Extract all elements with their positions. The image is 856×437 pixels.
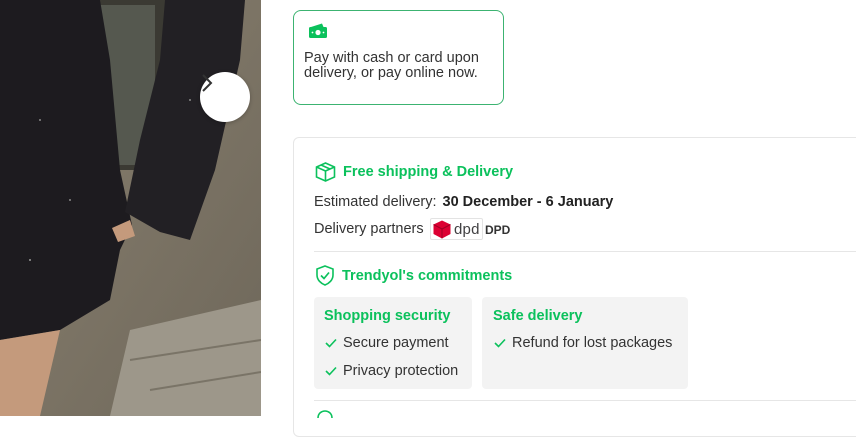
shopping-security-title: Shopping security (324, 308, 451, 324)
estimated-delivery-label: Estimated delivery: (314, 194, 437, 210)
divider (314, 251, 856, 252)
package-icon (315, 162, 336, 182)
partial-section-icon (317, 410, 333, 418)
payment-option-card[interactable]: Pay with cash or card upon delivery, or … (293, 10, 504, 105)
commitments-title: Trendyol's commitments (342, 267, 513, 284)
shield-check-icon (316, 265, 334, 286)
dpd-logo: dpd (430, 218, 483, 240)
payment-description: Pay with cash or card upon delivery, or … (304, 50, 479, 81)
check-icon (325, 338, 337, 348)
safe-delivery-title: Safe delivery (493, 308, 583, 324)
safe-delivery-box: Safe delivery Refund for lost packages (482, 297, 688, 389)
commitment-item: Secure payment (325, 335, 449, 351)
check-icon (325, 366, 337, 376)
dpd-cube-icon (433, 220, 451, 238)
commitments-heading: Trendyol's commitments (315, 265, 512, 286)
shipping-panel: Free shipping & Delivery Estimated deliv… (293, 137, 856, 437)
commitment-item-label: Secure payment (343, 335, 449, 351)
commitment-item-label: Privacy protection (343, 363, 459, 379)
commitment-item: Privacy protection (325, 363, 458, 379)
shipping-heading: Free shipping & Delivery (315, 162, 513, 182)
next-image-button[interactable] (200, 72, 250, 122)
shopping-security-box: Shopping security Secure payment Privacy… (314, 297, 472, 389)
cash-icon (309, 23, 327, 38)
shipping-title: Free shipping & Delivery (343, 164, 514, 180)
dpd-logo-word: dpd (454, 220, 480, 238)
estimated-delivery: Estimated delivery: 30 December - 6 Janua… (314, 194, 613, 210)
product-image[interactable] (0, 0, 261, 416)
product-photo (0, 0, 261, 416)
delivery-partner-name: DPD (485, 223, 511, 237)
delivery-partners-label: Delivery partners (314, 221, 424, 237)
estimated-delivery-value: 30 December - 6 January (442, 194, 614, 210)
check-icon (494, 338, 506, 348)
divider (314, 400, 856, 401)
chevron-right-icon (202, 74, 213, 92)
commitment-item-label: Refund for lost packages (512, 335, 673, 351)
commitment-item: Refund for lost packages (494, 335, 672, 351)
